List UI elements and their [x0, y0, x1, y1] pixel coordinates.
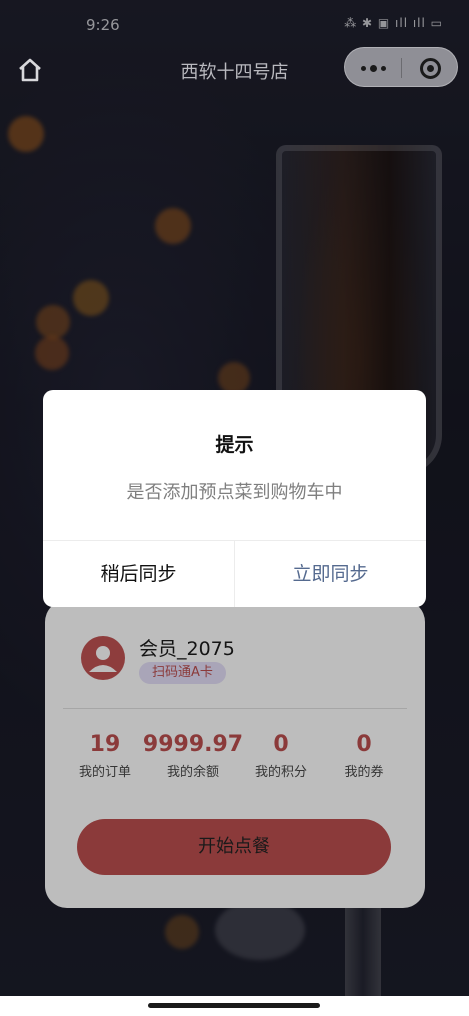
member-card-badge: 扫码通A卡 [139, 662, 226, 684]
status-icons: ⁂ ✱ ▣ ıll ıll ▭ [344, 16, 443, 30]
sync-dialog: 提示 是否添加预点菜到购物车中 稍后同步 立即同步 [43, 390, 426, 607]
navigation-bar: 西软十四号店 [0, 46, 469, 92]
stat-value: 19 [89, 732, 121, 757]
stat-value: 0 [273, 732, 289, 757]
stat-orders[interactable]: 19 我的订单 [79, 732, 131, 780]
stat-label: 我的券 [344, 765, 384, 780]
more-dots-icon[interactable] [345, 48, 401, 88]
home-indicator[interactable] [148, 1003, 320, 1008]
stat-coupons[interactable]: 0 我的券 [344, 732, 383, 780]
sync-later-button[interactable]: 稍后同步 [43, 541, 234, 607]
dialog-message: 是否添加预点菜到购物车中 [126, 482, 343, 503]
mini-program-capsule [344, 47, 458, 87]
stat-label: 我的余额 [166, 765, 220, 780]
stat-points[interactable]: 0 我的积分 [255, 732, 307, 780]
user-avatar-icon[interactable] [81, 636, 125, 680]
stat-value: 9999.97 [142, 732, 244, 757]
target-close-icon[interactable] [402, 48, 459, 88]
status-time: 9:26 [86, 16, 120, 34]
card-divider [63, 708, 407, 709]
member-card: 会员_2075 扫码通A卡 19 我的订单 9999.97 我的余额 0 我的积… [45, 600, 425, 908]
member-name: 会员_2075 [139, 638, 235, 660]
sync-now-button[interactable]: 立即同步 [235, 541, 426, 607]
status-bar: 9:26 ⁂ ✱ ▣ ıll ıll ▭ [0, 0, 469, 40]
stat-label: 我的积分 [254, 765, 308, 780]
start-order-button[interactable]: 开始点餐 [77, 819, 391, 875]
dialog-title: 提示 [215, 434, 254, 456]
stat-balance[interactable]: 9999.97 我的余额 [143, 732, 243, 780]
stat-label: 我的订单 [78, 765, 132, 780]
stat-value: 0 [356, 732, 372, 757]
